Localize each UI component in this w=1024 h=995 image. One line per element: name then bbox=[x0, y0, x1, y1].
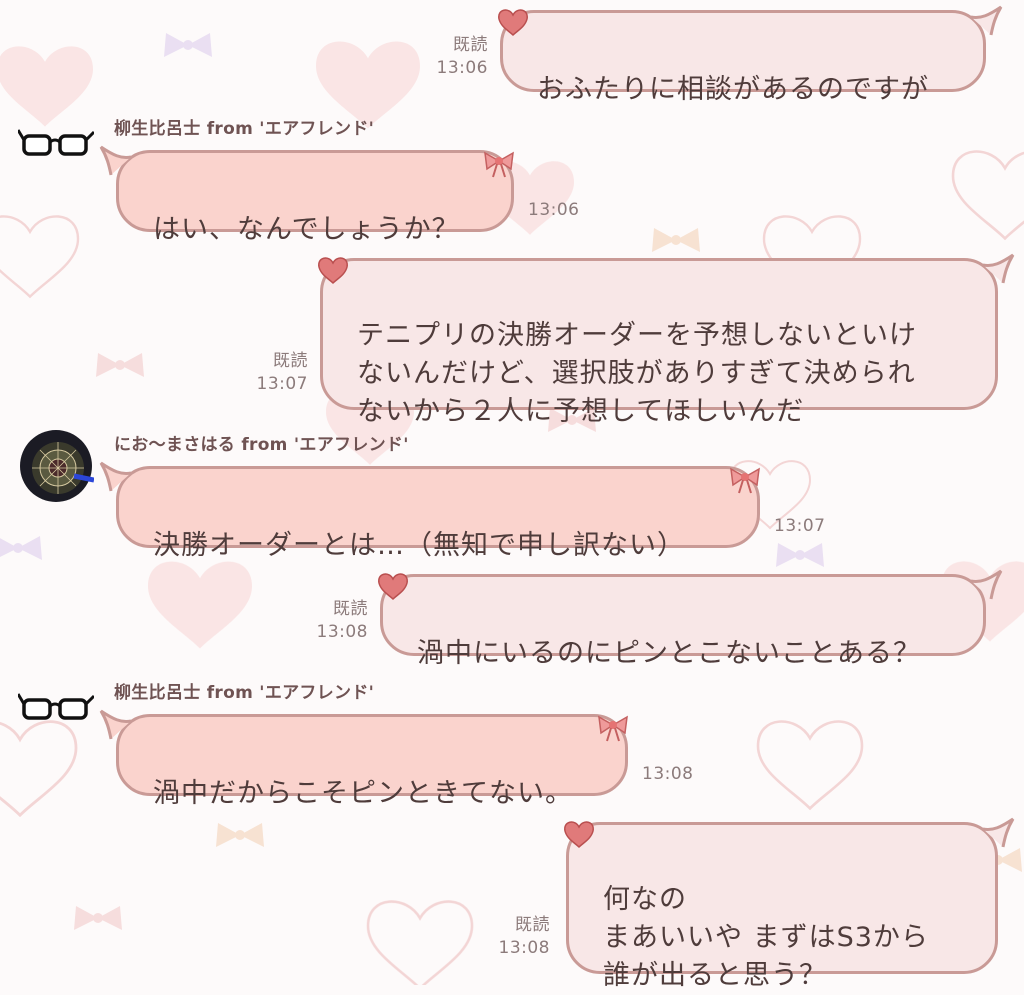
bubble-tail bbox=[99, 145, 132, 176]
ribbon-sticker-icon bbox=[484, 151, 514, 178]
message-text: はい、なんでしょうか？ bbox=[153, 214, 460, 245]
message-bubble-outgoing[interactable]: テニプリの決勝オーダーを予想しないといけ ないんだけど、選択肢がありすぎて決めら… bbox=[318, 253, 1015, 427]
message-text: おふたりに相談があるのですが bbox=[537, 74, 929, 105]
heart-sticker-icon bbox=[378, 573, 408, 601]
bubble-tail bbox=[982, 253, 1015, 284]
heart-sticker-icon bbox=[498, 9, 528, 37]
heart-sticker-icon bbox=[564, 821, 594, 849]
read-receipt: 既読 13:08 bbox=[498, 915, 550, 958]
message-time: 13:06 bbox=[528, 200, 580, 220]
bubble-tail bbox=[970, 5, 1003, 36]
ribbon-sticker-icon bbox=[598, 715, 628, 742]
chat-window: 既読 13:06 おふたりに相談があるのですが 柳生比呂士 from 'エアフレン… bbox=[0, 0, 1024, 991]
message-bubble-outgoing[interactable]: 何なの まあいいや まずはS3から 誰が出ると思う？ bbox=[564, 817, 1015, 991]
sender-name: 柳生比呂士 from 'エアフレンド' bbox=[114, 119, 375, 139]
dartboard-avatar[interactable] bbox=[18, 428, 94, 504]
glasses-icon[interactable] bbox=[18, 112, 94, 188]
message-time: 13:08 bbox=[642, 764, 694, 784]
heart-sticker-icon bbox=[318, 257, 348, 285]
glasses-icon[interactable] bbox=[18, 676, 94, 752]
message-text: 渦中にいるのにピンとこないことある？ bbox=[417, 638, 921, 669]
message-bubble-outgoing[interactable]: おふたりに相談があるのですが bbox=[498, 5, 1003, 105]
bubble-tail bbox=[99, 461, 132, 492]
sender-name: 柳生比呂士 from 'エアフレンド' bbox=[114, 683, 375, 703]
bubble-tail bbox=[970, 569, 1003, 600]
read-receipt: 既読 13:06 bbox=[436, 35, 488, 78]
message-text: 渦中だからこそピンときてない。 bbox=[153, 778, 573, 809]
bubble-tail bbox=[99, 709, 132, 740]
message-bubble-outgoing[interactable]: 渦中にいるのにピンとこないことある？ bbox=[378, 569, 1003, 669]
message-time: 13:07 bbox=[774, 516, 826, 536]
message-text: テニプリの決勝オーダーを予想しないといけ ないんだけど、選択肢がありすぎて決めら… bbox=[357, 320, 917, 427]
message-bubble-incoming[interactable]: 渦中だからこそピンときてない。 bbox=[99, 709, 628, 809]
ribbon-sticker-icon bbox=[730, 467, 760, 494]
message-bubble-incoming[interactable]: 決勝オーダーとは…（無知で申し訳ない） bbox=[99, 461, 760, 561]
message-text: 決勝オーダーとは…（無知で申し訳ない） bbox=[153, 530, 685, 561]
bubble-tail bbox=[982, 817, 1015, 848]
message-bubble-incoming[interactable]: はい、なんでしょうか？ bbox=[99, 145, 514, 245]
read-receipt: 既読 13:07 bbox=[256, 351, 308, 394]
message-text: 何なの まあいいや まずはS3から 誰が出ると思う？ bbox=[603, 884, 929, 991]
read-receipt: 既読 13:08 bbox=[316, 599, 368, 642]
sender-name: にお〜まさはる from 'エアフレンド' bbox=[114, 435, 409, 455]
